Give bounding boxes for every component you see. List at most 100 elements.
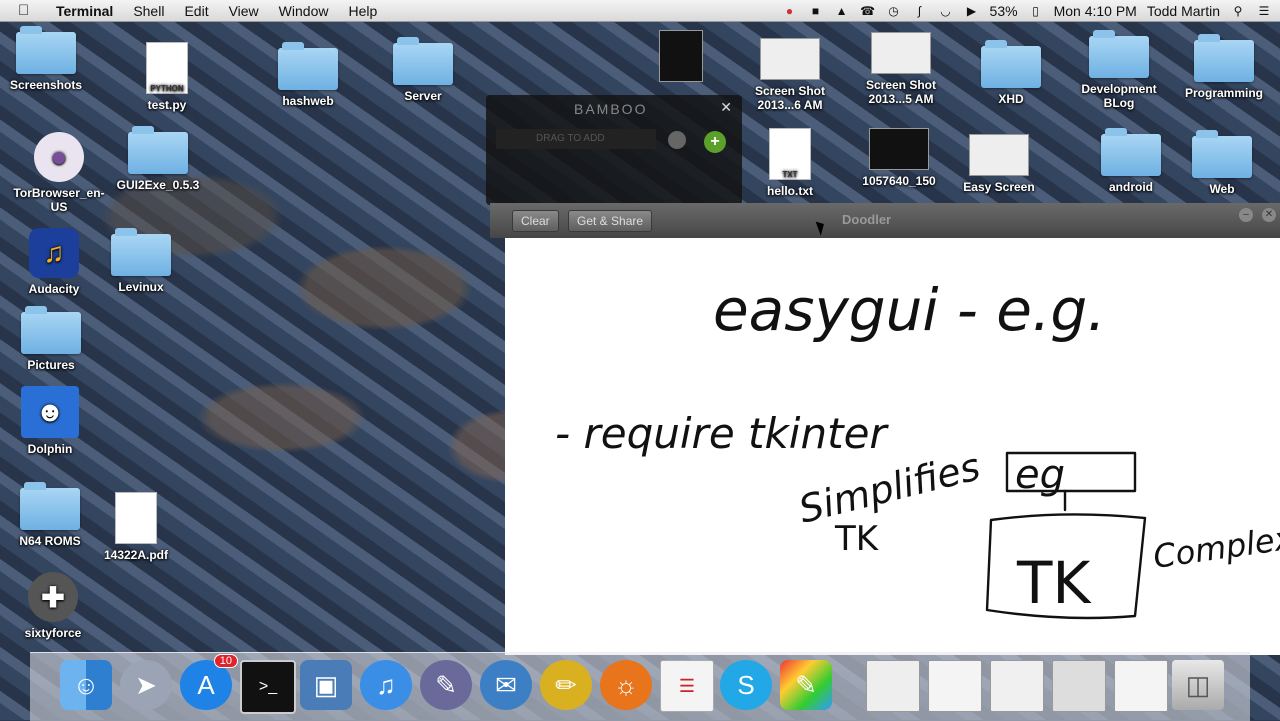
dolphin-icon: ☻ bbox=[21, 386, 79, 438]
app-store-icon[interactable]: A 10 bbox=[180, 654, 238, 710]
folder-icon bbox=[981, 40, 1041, 88]
handwriting-requirement: - require tkinter bbox=[555, 409, 889, 458]
desktop-icon-easy-screen[interactable]: Easy Screen bbox=[949, 134, 1049, 194]
menu-app-name[interactable]: Terminal bbox=[56, 3, 113, 19]
desktop-icon-pictures[interactable]: Pictures bbox=[1, 306, 101, 372]
add-icon[interactable]: + bbox=[704, 131, 726, 153]
minimize-icon[interactable]: – bbox=[1239, 208, 1253, 222]
menu-edit[interactable]: Edit bbox=[184, 3, 208, 19]
desktop-icon-screen-shot-2[interactable]: Screen Shot 2013...5 AM bbox=[851, 32, 951, 106]
clear-button[interactable]: Clear bbox=[512, 210, 559, 232]
pencil-icon[interactable]: ✏ bbox=[540, 660, 592, 710]
gamepad-icon: ✚ bbox=[28, 572, 78, 622]
folder-icon bbox=[1192, 130, 1252, 178]
desktop-icon-xhd[interactable]: XHD bbox=[961, 40, 1061, 106]
record-icon[interactable]: ● bbox=[782, 4, 798, 18]
menu-help[interactable]: Help bbox=[348, 3, 377, 19]
screenshot-thumb-icon bbox=[871, 32, 931, 74]
folder-icon bbox=[20, 482, 80, 530]
image-thumb-icon bbox=[869, 128, 929, 170]
desktop-icon-1057640[interactable]: 1057640_150 bbox=[849, 128, 949, 188]
desktop-icon-server[interactable]: Server bbox=[373, 37, 473, 103]
finder-icon[interactable]: ☺ bbox=[60, 660, 112, 710]
close-icon[interactable]: ✕ bbox=[720, 99, 732, 116]
menu-bar:  Terminal Shell Edit View Window Help ●… bbox=[0, 0, 1280, 22]
desktop-icon-development-blog[interactable]: Development BLog bbox=[1069, 30, 1169, 110]
desktop-icon-torbrowser[interactable]: ● TorBrowser_en-US bbox=[9, 132, 109, 214]
itunes-icon[interactable]: ♫ bbox=[360, 660, 412, 710]
window-thumb-4[interactable] bbox=[1052, 660, 1106, 712]
bamboo-search-field[interactable]: DRAG TO ADD bbox=[496, 129, 656, 149]
battery-icon[interactable]: ▯ bbox=[1028, 4, 1044, 18]
desktop-icon-hello-txt[interactable]: TXT hello.txt bbox=[740, 128, 840, 198]
volume-icon[interactable]: ▶ bbox=[964, 4, 980, 18]
notification-center-icon[interactable]: ☰ bbox=[1256, 4, 1272, 18]
battery-percent[interactable]: 53% bbox=[990, 3, 1018, 19]
handwriting-tk-large: TK bbox=[1016, 549, 1092, 617]
desktop-icon-levinux[interactable]: Levinux bbox=[91, 228, 191, 294]
desktop-icon-dolphin[interactable]: ☻ Dolphin bbox=[0, 386, 100, 456]
window-thumb-2[interactable] bbox=[928, 660, 982, 712]
desktop-icon-screenshots[interactable]: Screenshots bbox=[0, 26, 96, 92]
doodler-titlebar[interactable]: Clear Get & Share Doodler – ✕ bbox=[490, 203, 1280, 238]
folder-icon bbox=[21, 306, 81, 354]
pdf-file-icon bbox=[115, 492, 157, 544]
desktop-icon-sixtyforce[interactable]: ✚ sixtyforce bbox=[3, 572, 103, 640]
image-thumb-icon bbox=[659, 30, 703, 82]
thunderbird-icon[interactable]: ✉ bbox=[480, 660, 532, 710]
desktop-icon-test-py[interactable]: PYTHON test.py bbox=[117, 42, 217, 112]
spotlight-icon[interactable]: ⚲ bbox=[1230, 4, 1246, 18]
text-file-icon: TXT bbox=[769, 128, 811, 180]
menu-window[interactable]: Window bbox=[279, 3, 329, 19]
desktop-icon-screen-shot-1[interactable]: Screen Shot 2013...6 AM bbox=[740, 38, 840, 112]
desktop-icon-hashweb[interactable]: hashweb bbox=[258, 42, 358, 108]
brushes-icon[interactable]: ✎ bbox=[780, 660, 832, 710]
hat-icon[interactable]: ▲ bbox=[834, 4, 850, 18]
desktop-icon-web[interactable]: Web bbox=[1172, 130, 1272, 196]
onion-icon: ● bbox=[34, 132, 84, 182]
user-name[interactable]: Todd Martin bbox=[1147, 3, 1220, 19]
apple-icon[interactable]:  bbox=[18, 2, 38, 19]
folder-icon bbox=[16, 26, 76, 74]
wifi-icon[interactable]: ◡ bbox=[938, 4, 954, 18]
evernote-icon[interactable]: ■ bbox=[808, 4, 824, 18]
handwriting-title: easygui - e.g. bbox=[713, 276, 1106, 344]
folder-icon bbox=[128, 126, 188, 174]
desktop-icon-dark-thumb[interactable] bbox=[631, 30, 731, 86]
pen-tool-icon[interactable]: ✎ bbox=[420, 660, 472, 710]
phone-icon[interactable]: ☎ bbox=[860, 4, 876, 18]
desktop-icon-audacity[interactable]: ♫ Audacity bbox=[4, 228, 104, 296]
skype-icon[interactable]: S bbox=[720, 660, 772, 710]
desktop-icon-android[interactable]: android bbox=[1081, 128, 1181, 194]
drawing-canvas[interactable]: easygui - e.g. - require tkinter Simplif… bbox=[505, 238, 1280, 655]
desktop-icon-programming[interactable]: Programming bbox=[1174, 34, 1274, 100]
bamboo-logo: BAMBOO bbox=[574, 101, 648, 117]
gear-icon[interactable] bbox=[668, 131, 686, 149]
desktop-icon-gui2exe[interactable]: GUI2Exe_0.5.3 bbox=[108, 126, 208, 192]
firefox-icon[interactable]: ☼ bbox=[600, 660, 652, 710]
bamboo-widget: BAMBOO ✕ DRAG TO ADD + bbox=[486, 95, 742, 205]
screenshot-thumb-icon bbox=[969, 134, 1029, 176]
desktop-icon-14322a-pdf[interactable]: 14322A.pdf bbox=[86, 492, 186, 562]
window-thumb-1[interactable] bbox=[866, 660, 920, 712]
folder-icon bbox=[111, 228, 171, 276]
menu-view[interactable]: View bbox=[229, 3, 259, 19]
window-thumb-5[interactable] bbox=[1114, 660, 1168, 712]
time-machine-icon[interactable]: ◷ bbox=[886, 4, 902, 18]
get-and-share-button[interactable]: Get & Share bbox=[568, 210, 653, 232]
screenshot-thumb-icon bbox=[760, 38, 820, 80]
bluetooth-icon[interactable]: ∫ bbox=[912, 4, 928, 18]
dev-notes-icon[interactable]: ☰ bbox=[660, 660, 714, 712]
launchpad-icon[interactable]: ➤ bbox=[120, 660, 172, 710]
virtualbox-icon[interactable]: ▣ bbox=[300, 660, 352, 710]
handwriting-eg: eg bbox=[1015, 452, 1065, 498]
audacity-icon: ♫ bbox=[29, 228, 79, 278]
menu-shell[interactable]: Shell bbox=[133, 3, 164, 19]
window-thumb-3[interactable] bbox=[990, 660, 1044, 712]
close-icon[interactable]: ✕ bbox=[1262, 208, 1276, 222]
folder-icon bbox=[1194, 34, 1254, 82]
desktop-icon-n64-roms[interactable]: N64 ROMS bbox=[0, 482, 100, 548]
trash-icon[interactable]: ◫ bbox=[1172, 660, 1224, 710]
clock[interactable]: Mon 4:10 PM bbox=[1054, 3, 1137, 19]
terminal-icon[interactable]: >_ bbox=[240, 660, 296, 714]
